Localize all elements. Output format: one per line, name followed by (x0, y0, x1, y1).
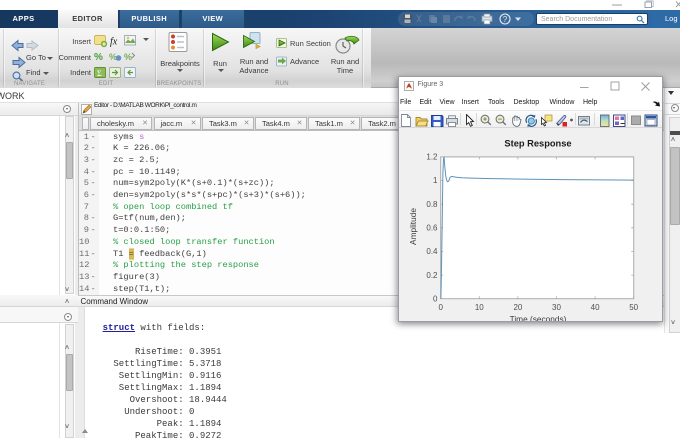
svg-text:Step Response: Step Response (504, 138, 571, 148)
svg-text:40: 40 (590, 303, 599, 312)
svg-text:%: % (94, 52, 103, 63)
svg-text:Amplitude: Amplitude (408, 208, 418, 245)
svg-text:10: 10 (474, 303, 483, 312)
svg-text:fx: fx (110, 36, 118, 47)
svg-text:Time (seconds): Time (seconds) (509, 314, 566, 322)
svg-text:0.4: 0.4 (426, 247, 438, 256)
svg-text:%: % (124, 52, 132, 62)
svg-text:50: 50 (629, 303, 638, 312)
svg-text:?: ? (503, 15, 508, 24)
svg-text:0.2: 0.2 (426, 271, 438, 280)
svg-text:Σ: Σ (97, 69, 102, 78)
svg-text:20: 20 (513, 303, 522, 312)
svg-text:30: 30 (552, 303, 561, 312)
svg-text:1.2: 1.2 (426, 153, 438, 162)
svg-text:0: 0 (433, 295, 438, 304)
svg-text:0.6: 0.6 (426, 224, 438, 233)
svg-text:%: % (109, 52, 117, 62)
svg-text:1: 1 (433, 176, 438, 185)
svg-text:0: 0 (438, 303, 443, 312)
svg-text:0.8: 0.8 (426, 200, 438, 209)
